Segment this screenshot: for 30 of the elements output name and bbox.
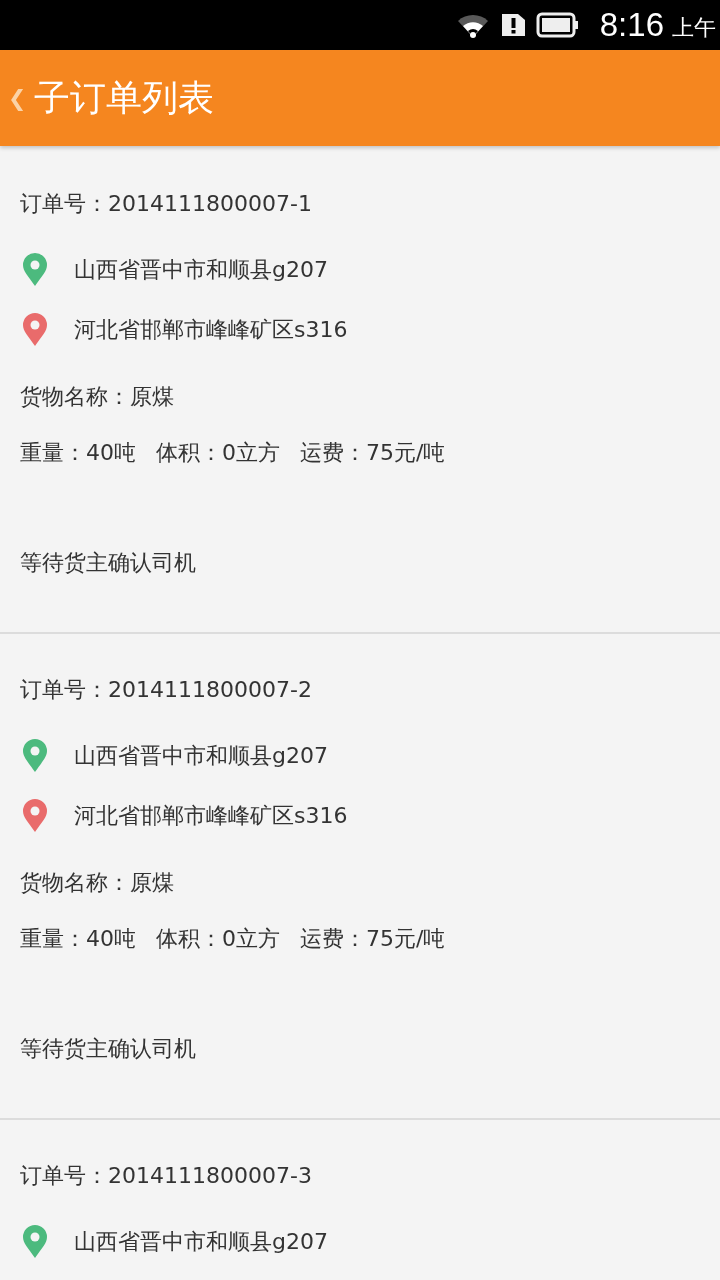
origin-address: 山西省晋中市和顺县g207 — [74, 742, 328, 770]
clock-period: 上午 — [672, 14, 716, 42]
page-title: 子订单列表 — [34, 75, 215, 120]
freight-text: 运费：75元/吨 — [300, 439, 446, 467]
location-pin-icon — [22, 1225, 48, 1259]
location-pin-icon — [22, 799, 48, 833]
origin-address: 山西省晋中市和顺县g207 — [74, 1228, 328, 1256]
location-pin-icon — [22, 739, 48, 773]
freight-text: 运费：75元/吨 — [300, 925, 446, 953]
goods-name: 货物名称：原煤 — [20, 383, 175, 411]
clock-time: 8:16 — [599, 6, 664, 44]
order-number: 订单号：2014111800007-3 — [20, 1162, 313, 1190]
weight-text: 重量：40吨 — [20, 439, 136, 467]
order-card[interactable]: 订单号：2014111800007-1 山西省晋中市和顺县g207 河北省邯郸市峰峰矿区s316 货物名称：原煤 重量：40吨 体积：0立方 运费：75元/吨 等待货主确认司机 — [0, 148, 720, 634]
battery-icon — [535, 11, 580, 39]
volume-text: 体积：0立方 — [156, 439, 280, 467]
order-number: 订单号：2014111800007-2 — [20, 676, 313, 704]
location-pin-icon — [22, 313, 48, 347]
location-pin-icon — [22, 253, 48, 287]
order-status: 等待货主确认司机 — [20, 1035, 197, 1063]
destination-address: 河北省邯郸市峰峰矿区s316 — [74, 316, 348, 344]
order-number: 订单号：2014111800007-1 — [20, 190, 313, 218]
origin-address: 山西省晋中市和顺县g207 — [74, 256, 328, 284]
order-card[interactable]: 订单号：2014111800007-2 山西省晋中市和顺县g207 河北省邯郸市峰峰矿区s316 货物名称：原煤 重量：40吨 体积：0立方 运费：75元/吨 等待货主确认司机 — [0, 634, 720, 1120]
weight-text: 重量：40吨 — [20, 925, 136, 953]
volume-text: 体积：0立方 — [156, 925, 280, 953]
destination-address: 河北省邯郸市峰峰矿区s316 — [74, 802, 348, 830]
order-status: 等待货主确认司机 — [20, 549, 197, 577]
order-card[interactable]: 订单号：2014111800007-3 山西省晋中市和顺县g207 — [0, 1120, 720, 1280]
goods-name: 货物名称：原煤 — [20, 869, 175, 897]
